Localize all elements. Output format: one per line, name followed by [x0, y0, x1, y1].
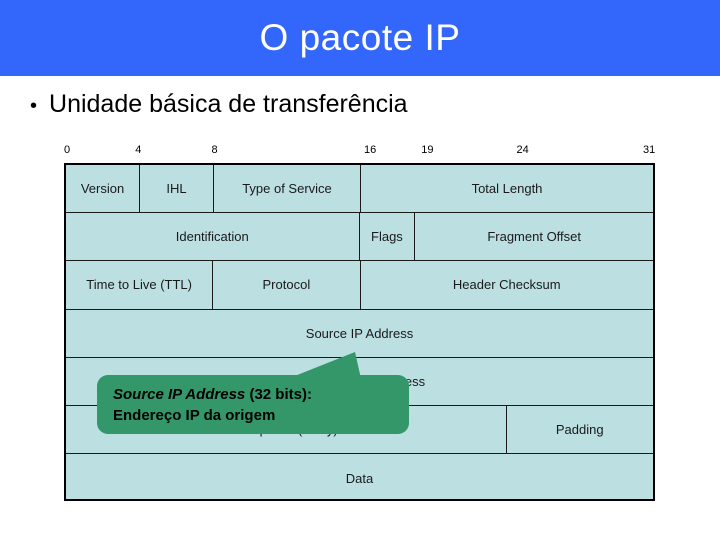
bullet-marker-icon: • [30, 95, 38, 117]
bit-ruler-tick: 0 [64, 144, 71, 156]
packet-field-label: Source IP Address [305, 325, 414, 341]
packet-field-label: Flags [371, 229, 403, 245]
packet-field-row: Time to Live (TTL) Protocol Header Checksu… [66, 261, 654, 310]
callout-emphasis: Source IP Address [113, 386, 246, 403]
packet-field-label: Type of Service [242, 181, 332, 197]
packet-field-cell: Header Checksum [361, 261, 654, 308]
packet-field-label: Time to Live (TTL) [86, 277, 192, 293]
packet-field-cell: Version [66, 165, 140, 213]
packet-field-cell: IHL [140, 165, 214, 213]
packet-field-label: Data [345, 470, 374, 486]
bit-ruler-tick: 19 [421, 144, 434, 156]
bit-ruler-tick: 4 [135, 144, 142, 156]
packet-field-cell: Data [66, 454, 653, 502]
packet-field-label: Identification [175, 229, 249, 245]
ip-packet-diagram: Version IHL Type of Service Total Length Ide… [64, 163, 655, 501]
packet-field-cell: Time to Live (TTL) [66, 261, 214, 309]
bullet-list-item: • Unidade básica de transferência [30, 90, 690, 119]
packet-field-cell: Flags [360, 213, 416, 261]
bit-ruler-tick: 24 [516, 144, 529, 156]
bit-ruler-tick: 31 [643, 144, 656, 156]
packet-field-cell: Total Length [361, 165, 653, 212]
source-ip-callout: Source IP Address (32 bits): Endereço IP… [97, 351, 409, 434]
packet-field-label: IHL [166, 181, 187, 197]
bit-ruler: 0 4 8 16 19 24 31 [64, 144, 655, 162]
slide-title-band: O pacote IP [0, 0, 720, 76]
packet-field-row: Identification Flags Fragment Offset [66, 213, 653, 262]
callout-line-2: Endereço IP da origem [113, 407, 276, 424]
packet-field-label: Version [80, 181, 125, 197]
packet-field-cell: Fragment Offset [415, 213, 653, 260]
packet-field-cell: Padding [507, 406, 654, 453]
callout-text: Source IP Address (32 bits): Endereço IP… [113, 384, 403, 426]
bit-ruler-tick: 8 [211, 144, 218, 156]
packet-field-cell: Protocol [213, 261, 361, 309]
packet-field-cell: Source IP Address [66, 310, 653, 357]
packet-field-row: Data [66, 454, 653, 502]
packet-field-label: Protocol [262, 277, 311, 293]
packet-field-row: Version IHL Type of Service Total Length [66, 165, 653, 214]
packet-field-cell: Type of Service [214, 165, 361, 213]
packet-field-label: Padding [555, 422, 604, 438]
packet-field-label: Fragment Offset [487, 229, 582, 245]
callout-line-1: Source IP Address (32 bits): [113, 384, 403, 405]
packet-field-cell: Identification [66, 213, 360, 261]
packet-field-label: Total Length [471, 181, 543, 197]
bit-ruler-tick: 16 [364, 144, 377, 156]
callout-line1-rest: (32 bits): [245, 386, 312, 403]
packet-field-label: Header Checksum [452, 277, 561, 293]
page-title: O pacote IP [259, 17, 461, 58]
bullet-item-label: Unidade básica de transferência [49, 90, 408, 118]
